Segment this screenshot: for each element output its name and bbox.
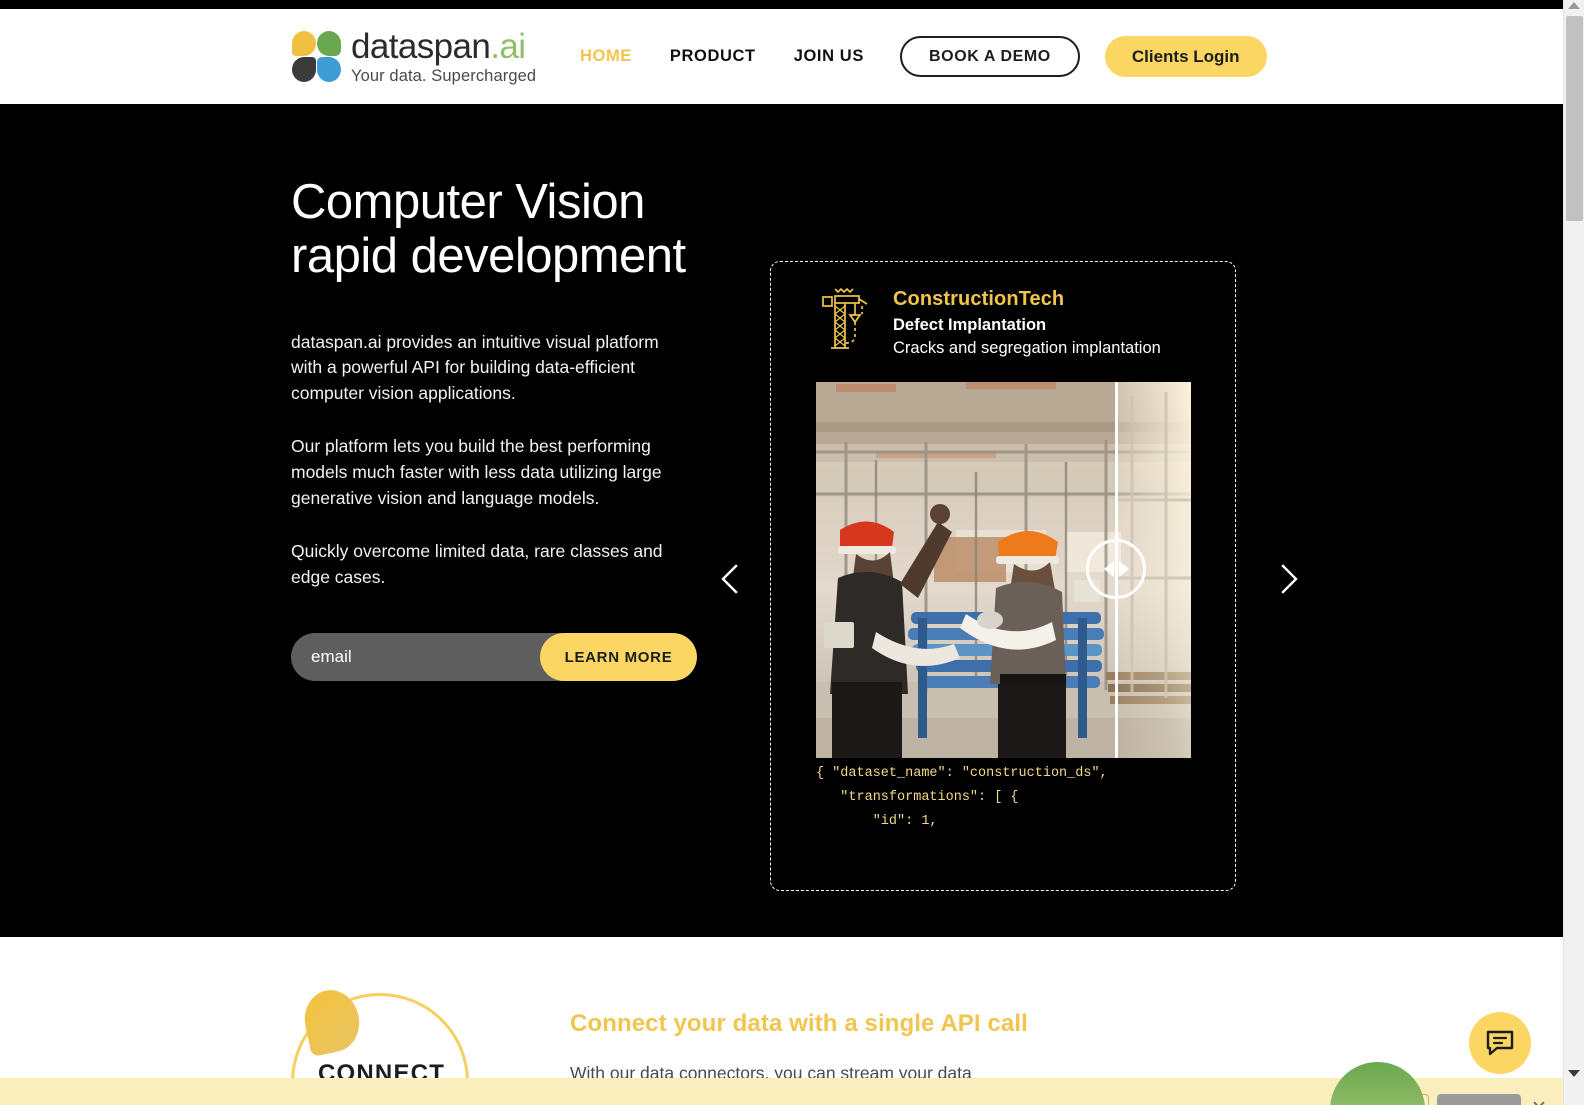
slider-left-arrow-icon	[1103, 561, 1114, 577]
nav-item-product[interactable]: PRODUCT	[670, 47, 756, 66]
email-signup-form: LEARN MORE	[291, 633, 697, 681]
logo-tagline: Your data. Supercharged	[351, 67, 537, 85]
site-header: dataspan.ai Your data. Supercharged HOME…	[0, 9, 1563, 104]
header-actions: BOOK A DEMO Clients Login	[900, 9, 1267, 104]
logo-wordmark: dataspan.ai Your data. Supercharged	[351, 29, 536, 85]
nav-item-join-us[interactable]: JOIN US	[794, 47, 864, 66]
chat-bubble-icon	[1486, 1030, 1514, 1056]
use-case-carousel: ConstructionTech Defect Implantation Cra…	[700, 149, 1320, 891]
cookie-close-icon[interactable]: ✕	[1531, 1097, 1547, 1105]
scrollbar-thumb[interactable]	[1566, 16, 1583, 221]
hero-paragraph-3: Quickly overcome limited data, rare clas…	[291, 541, 663, 587]
comparison-slider-handle[interactable]	[1086, 539, 1146, 599]
chat-widget-button[interactable]	[1469, 1012, 1531, 1074]
card-subtitle: Defect Implantation	[893, 316, 1047, 334]
code-line-3: "id": 1,	[816, 814, 938, 830]
primary-nav: HOME PRODUCT JOIN US	[580, 9, 864, 104]
page-content: dataspan.ai Your data. Supercharged HOME…	[0, 9, 1563, 1105]
slider-right-arrow-icon	[1118, 561, 1129, 577]
hero-paragraph-2: Our platform lets you build the best per…	[291, 436, 662, 508]
hero-title: Computer Vision rapid development	[291, 175, 686, 283]
connect-section-title: Connect your data with a single API call	[570, 1010, 1028, 1037]
scroll-up-arrow-icon[interactable]	[1568, 2, 1580, 9]
card-code-snippet: { "dataset_name": "construction_ds", "tr…	[816, 762, 1196, 834]
card-category: ConstructionTech	[893, 288, 1065, 310]
connect-section: CONNECT Connect your data with a single …	[0, 937, 1563, 1105]
scroll-down-arrow-icon[interactable]	[1568, 1070, 1580, 1077]
logo-name: dataspan	[351, 27, 491, 66]
carousel-card[interactable]: ConstructionTech Defect Implantation Cra…	[770, 261, 1236, 891]
carousel-prev-arrow-icon[interactable]	[710, 559, 750, 599]
email-input[interactable]	[291, 633, 540, 681]
card-description: Cracks and segregation implantation	[893, 339, 1161, 357]
site-logo[interactable]: dataspan.ai Your data. Supercharged	[292, 29, 536, 85]
crane-icon	[822, 287, 868, 349]
browser-viewport: dataspan.ai Your data. Supercharged HOME…	[0, 0, 1584, 1105]
before-after-image[interactable]	[816, 382, 1191, 758]
logo-suffix: .ai	[490, 27, 526, 66]
code-line-2: "transformations": [ {	[816, 790, 1019, 806]
cookie-consent-bar	[0, 1078, 1563, 1105]
code-line-1: { "dataset_name": "construction_ds",	[816, 766, 1108, 781]
learn-more-button[interactable]: LEARN MORE	[540, 633, 697, 681]
hero-copy: Computer Vision rapid development datasp…	[291, 175, 691, 590]
cookie-decline-button[interactable]	[1437, 1094, 1521, 1105]
card-header: ConstructionTech Defect Implantation Cra…	[771, 262, 1235, 358]
page-scrollbar[interactable]	[1563, 0, 1584, 1105]
book-a-demo-button[interactable]: BOOK A DEMO	[900, 36, 1080, 77]
dataspan-logo-icon	[292, 30, 342, 83]
browser-top-edge	[0, 0, 1563, 9]
hero-section: Computer Vision rapid development datasp…	[0, 104, 1563, 937]
carousel-next-arrow-icon[interactable]	[1269, 559, 1309, 599]
nav-item-home[interactable]: HOME	[580, 47, 632, 66]
hero-paragraph-1: dataspan.ai provides an intuitive visual…	[291, 331, 659, 403]
card-titles: ConstructionTech Defect Implantation Cra…	[893, 284, 1161, 358]
clients-login-button[interactable]: Clients Login	[1104, 36, 1267, 77]
